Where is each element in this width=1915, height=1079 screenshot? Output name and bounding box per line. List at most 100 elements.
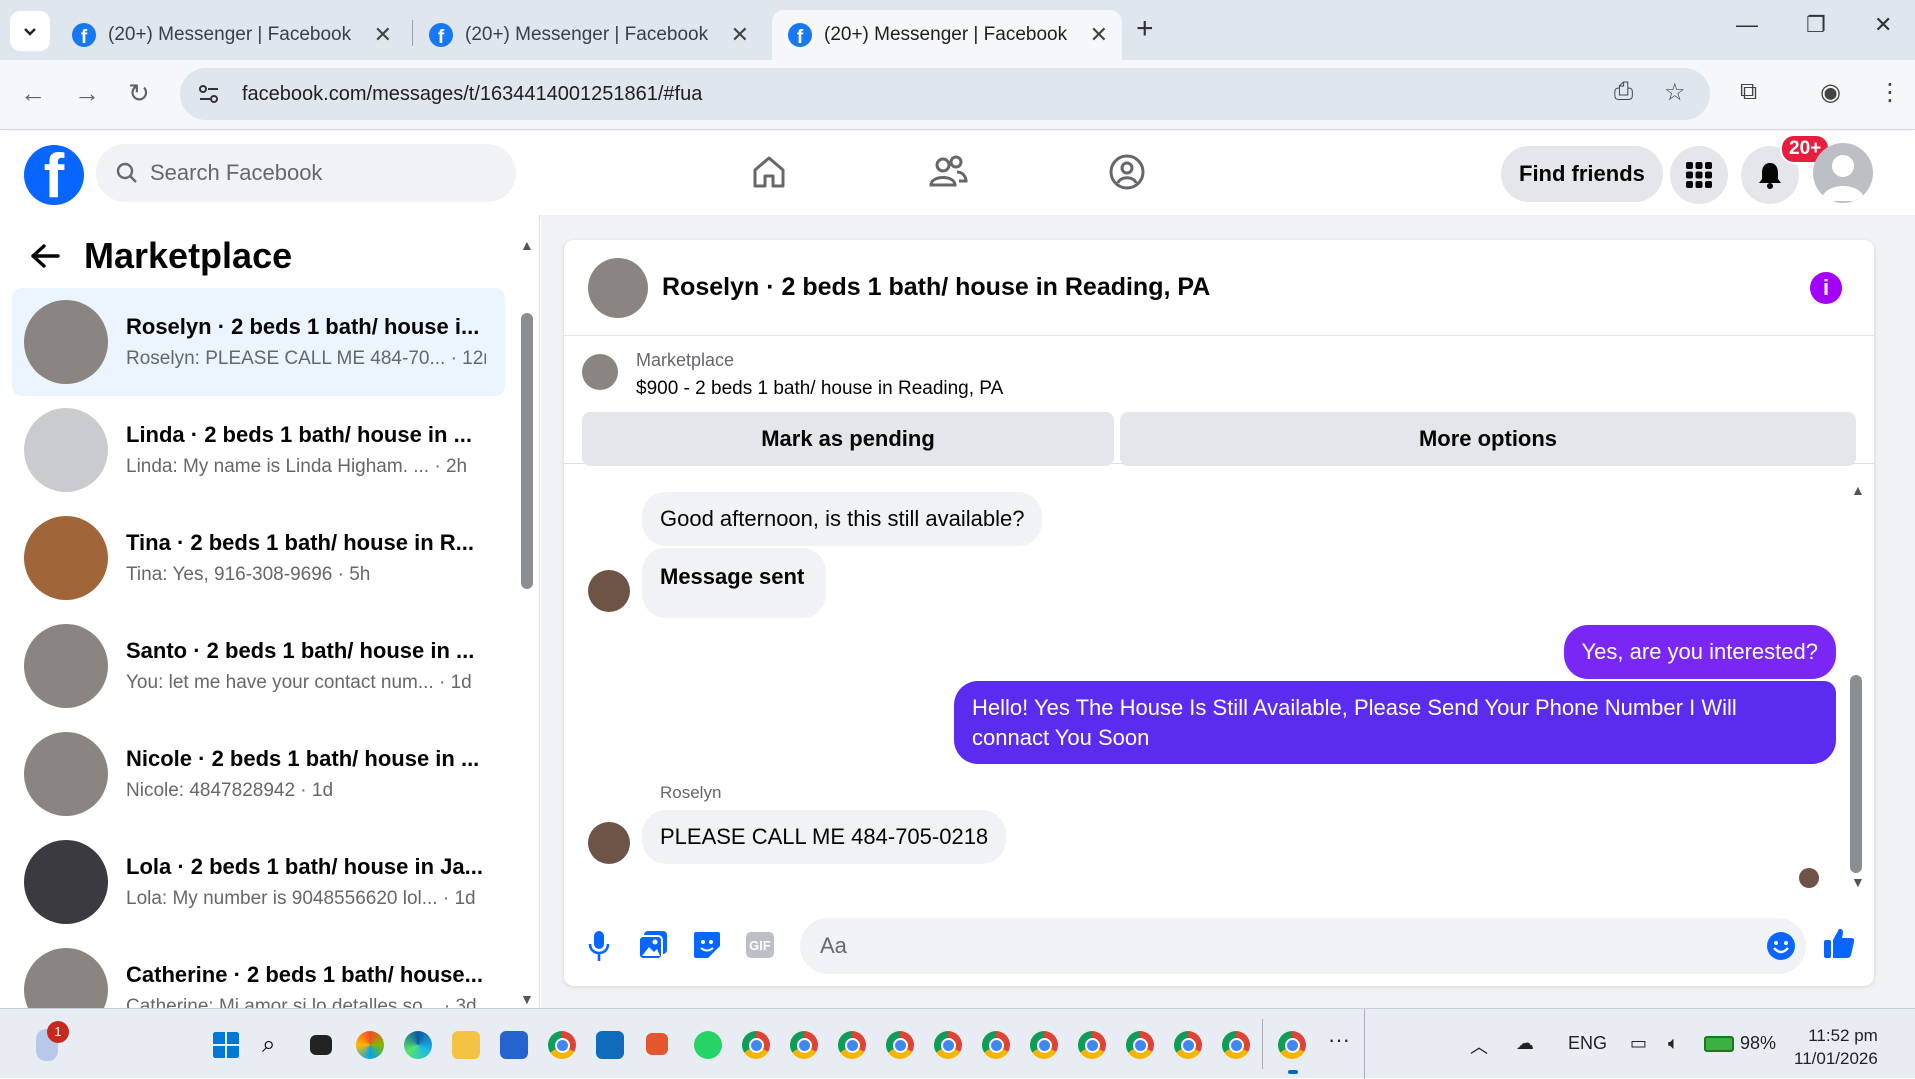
extensions-icon[interactable]: ⧉ (1740, 78, 1757, 106)
browser-menu-icon[interactable]: ⋮ (1878, 78, 1902, 107)
tab-search-button[interactable] (10, 11, 50, 51)
whatsapp-icon[interactable] (694, 1031, 722, 1059)
facebook-favicon-icon: f (429, 23, 453, 47)
volume-icon[interactable]: 🔈︎ (1668, 1033, 1679, 1054)
chrome-window-icon[interactable] (982, 1031, 1010, 1059)
menu-button[interactable] (1670, 146, 1728, 204)
microphone-icon[interactable] (588, 930, 610, 962)
snipping-tool-icon[interactable] (646, 1033, 668, 1055)
close-tab-icon[interactable]: ✕ (374, 22, 392, 48)
back-button[interactable]: ← (20, 78, 46, 109)
sticker-icon[interactable] (692, 930, 722, 960)
chrome-window-icon[interactable] (838, 1031, 866, 1059)
chrome-window-icon[interactable] (1222, 1031, 1250, 1059)
chrome-window-icon[interactable] (934, 1031, 962, 1059)
address-bar[interactable]: facebook.com/messages/t/1634414001251861… (180, 68, 1710, 120)
outlook-icon[interactable] (596, 1031, 624, 1059)
mark-as-pending-button[interactable]: Mark as pending (582, 412, 1114, 466)
facebook-logo[interactable]: f (24, 145, 84, 205)
store-icon[interactable] (500, 1031, 528, 1059)
sidebar-scrollbar[interactable] (521, 313, 533, 589)
language-indicator[interactable]: ENG (1568, 1033, 1607, 1054)
reload-button[interactable]: ↻ (128, 78, 150, 109)
chrome-window-icon[interactable] (1174, 1031, 1202, 1059)
windows-start-icon[interactable] (212, 1031, 240, 1059)
onedrive-cloud-icon[interactable]: ☁ (1516, 1033, 1534, 1054)
chat-avatar[interactable] (588, 257, 648, 318)
chrome-window-icon[interactable] (886, 1031, 914, 1059)
network-icon[interactable]: ▭ (1630, 1033, 1647, 1054)
facebook-search[interactable] (96, 144, 516, 202)
conversation-item[interactable]: Roselyn · 2 beds 1 bath/ house i... Rosel… (12, 288, 505, 396)
minimize-button[interactable]: — (1736, 12, 1758, 38)
back-arrow-icon[interactable] (30, 243, 60, 269)
thumbs-up-icon[interactable] (1822, 926, 1856, 960)
chrome-active-icon[interactable] (1278, 1031, 1306, 1059)
close-window-button[interactable]: ✕ (1874, 12, 1892, 38)
profile-icon[interactable]: ◉ (1820, 78, 1841, 107)
message-input[interactable] (820, 933, 1720, 959)
new-tab-button[interactable]: + (1136, 12, 1154, 46)
site-settings-icon[interactable] (198, 84, 220, 104)
find-friends-button[interactable]: Find friends (1501, 146, 1663, 202)
browser-tab-2[interactable]: f (20+) Messenger | Facebook ✕ (413, 10, 763, 60)
chrome-window-icon[interactable] (1030, 1031, 1058, 1059)
scroll-down-arrow[interactable]: ▼ (520, 991, 534, 1007)
restore-button[interactable]: ❐ (1806, 12, 1826, 38)
search-icon[interactable]: ⌕ (262, 1031, 290, 1059)
chrome-icon[interactable] (548, 1031, 576, 1059)
task-view-icon[interactable] (310, 1035, 332, 1055)
weather-badge: 1 (47, 1021, 69, 1043)
show-hidden-icons-icon[interactable]: ︿ (1470, 1033, 1488, 1059)
sender-avatar[interactable] (588, 570, 630, 612)
account-avatar[interactable] (1813, 143, 1873, 203)
bell-icon (1759, 163, 1781, 189)
conversation-item[interactable]: Catherine · 2 beds 1 bath/ house... Cathe… (12, 936, 505, 1008)
conversation-avatar (24, 408, 108, 492)
clock[interactable]: 11:52 pm 11/01/2026 (1794, 1025, 1878, 1071)
copilot-icon[interactable] (356, 1031, 384, 1059)
browser-tab-1[interactable]: f (20+) Messenger | Facebook ✕ (56, 10, 406, 60)
edge-icon[interactable] (404, 1031, 432, 1059)
install-app-icon[interactable]: ⎙ (1614, 78, 1633, 106)
scroll-up-arrow[interactable]: ▲ (520, 237, 534, 253)
listing-description[interactable]: $900 - 2 beds 1 bath/ house in Reading, … (636, 378, 1003, 400)
conversation-item[interactable]: Linda · 2 beds 1 bath/ house in ... Linda… (12, 396, 505, 504)
conversation-item[interactable]: Tina · 2 beds 1 bath/ house in R... Tina:… (12, 504, 505, 612)
battery-icon[interactable] (1704, 1036, 1734, 1052)
home-icon[interactable] (750, 153, 788, 191)
search-input[interactable] (150, 160, 470, 186)
gif-icon[interactable]: GIF (746, 932, 774, 958)
conversation-item[interactable]: Santo · 2 beds 1 bath/ house in ... You: … (12, 612, 505, 720)
emoji-icon[interactable] (1766, 931, 1796, 961)
forward-button[interactable]: → (74, 78, 100, 109)
browser-tab-strip: f (20+) Messenger | Facebook ✕ f (20+) M… (0, 0, 1915, 60)
listing-thumbnail[interactable] (582, 354, 618, 390)
bookmark-star-icon[interactable]: ☆ (1664, 78, 1686, 107)
chat-scroll-up[interactable]: ▲ (1851, 482, 1865, 498)
groups-icon[interactable] (1108, 153, 1146, 191)
default-avatar-icon (1821, 155, 1865, 201)
browser-tab-3-active[interactable]: f (20+) Messenger | Facebook ✕ (772, 10, 1122, 60)
file-explorer-icon[interactable] (452, 1031, 480, 1059)
chat-scroll-down[interactable]: ▼ (1851, 874, 1865, 890)
close-tab-icon[interactable]: ✕ (1090, 22, 1108, 48)
chrome-window-icon[interactable] (1126, 1031, 1154, 1059)
chrome-window-icon[interactable] (1078, 1031, 1106, 1059)
more-options-button[interactable]: More options (1120, 412, 1856, 466)
conversation-avatar (24, 300, 108, 384)
close-tab-icon[interactable]: ✕ (731, 22, 749, 48)
chat-scrollbar[interactable] (1850, 675, 1862, 873)
photo-icon[interactable] (638, 930, 668, 960)
sender-avatar[interactable] (588, 822, 630, 864)
facebook-favicon-icon: f (72, 23, 96, 47)
friends-icon[interactable] (928, 153, 968, 191)
more-apps-button[interactable]: ··· (1328, 1027, 1350, 1053)
chrome-window-icon[interactable] (742, 1031, 770, 1059)
chrome-window-icon[interactable] (790, 1031, 818, 1059)
conversation-item[interactable]: Nicole · 2 beds 1 bath/ house in ... Nico… (12, 720, 505, 828)
info-icon[interactable]: i (1810, 272, 1842, 304)
message-input-box[interactable] (800, 918, 1806, 974)
conversation-item[interactable]: Lola · 2 beds 1 bath/ house in Ja... Lola… (12, 828, 505, 936)
chat-title[interactable]: Roselyn · 2 beds 1 bath/ house in Readin… (662, 273, 1210, 302)
